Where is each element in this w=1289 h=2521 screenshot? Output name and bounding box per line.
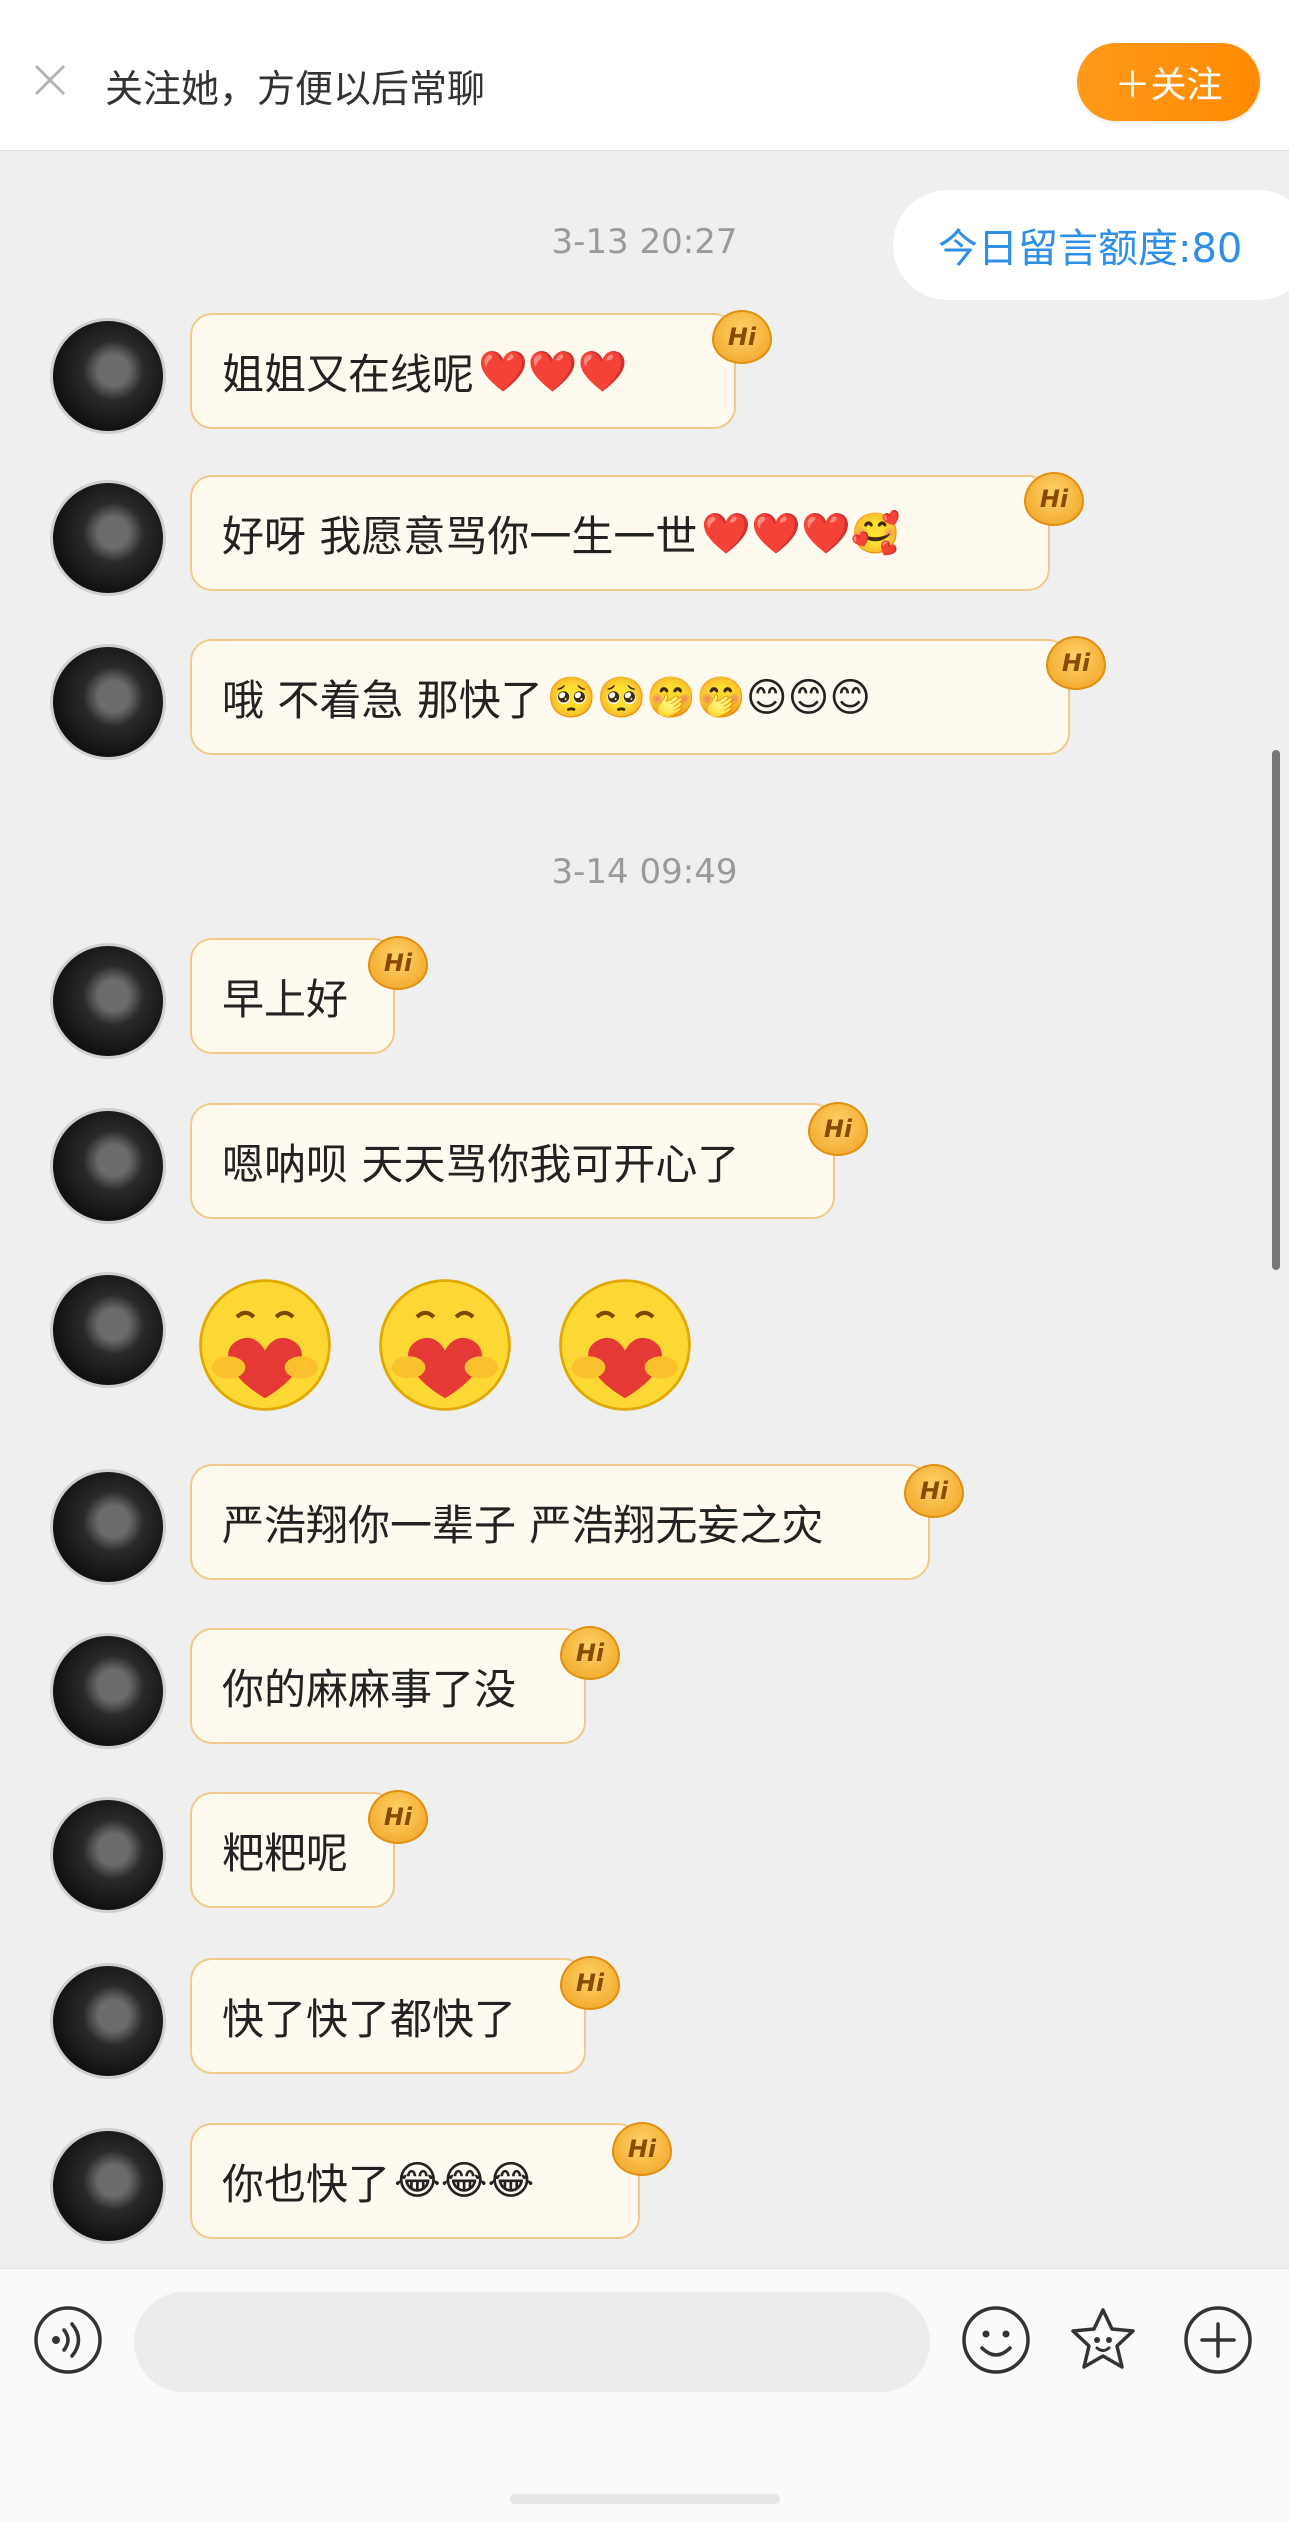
message-bubble[interactable]: 你的麻麻事了没 xyxy=(190,1628,586,1744)
message-bubble[interactable]: 哦 不着急 那快了 🥺🥺🤭🤭😊😊😊 xyxy=(190,639,1070,755)
hi-badge-icon: Hi xyxy=(368,1790,428,1844)
message-bubble[interactable]: 快了快了都快了 xyxy=(190,1958,586,2074)
hi-badge-icon: Hi xyxy=(368,936,428,990)
message-emoji: 🥺🥺🤭🤭😊😊😊 xyxy=(546,674,872,721)
avatar[interactable] xyxy=(50,644,166,760)
hi-badge-icon: Hi xyxy=(808,1102,868,1156)
voice-icon[interactable] xyxy=(32,2304,104,2376)
message-text: 好呀 我愿意骂你一生一世 xyxy=(222,511,698,561)
avatar[interactable] xyxy=(50,943,166,1059)
avatar[interactable] xyxy=(50,1633,166,1749)
message-bubble[interactable]: 早上好 xyxy=(190,938,395,1054)
message-text: 快了快了都快了 xyxy=(222,1994,517,2044)
timestamp: 3-14 09:49 xyxy=(551,852,738,892)
avatar[interactable] xyxy=(50,318,166,434)
follow-prompt-text: 关注她，方便以后常聊 xyxy=(105,67,486,111)
smiley-icon[interactable] xyxy=(960,2304,1032,2376)
message-bubble[interactable]: 严浩翔你一辈子 严浩翔无妄之灾 xyxy=(190,1464,930,1580)
timestamp: 3-13 20:27 xyxy=(551,222,738,262)
hi-badge-icon: Hi xyxy=(904,1464,964,1518)
message-text: 哦 不着急 那快了 xyxy=(222,675,543,725)
message-text: 早上好 xyxy=(222,974,349,1024)
avatar[interactable] xyxy=(50,1108,166,1224)
message-emoji: ❤️❤️❤️🥰 xyxy=(701,510,901,557)
avatar[interactable] xyxy=(50,1469,166,1585)
hi-badge-icon: Hi xyxy=(1024,472,1084,526)
star-face-icon[interactable] xyxy=(1067,2304,1139,2376)
message-bubble[interactable]: 嗯呐呗 天天骂你我可开心了 xyxy=(190,1103,835,1219)
hugging-heart-emoji-icon xyxy=(379,1279,511,1411)
message-text: 粑粑呢 xyxy=(222,1828,349,1878)
scrollbar[interactable] xyxy=(1272,750,1280,1270)
hi-badge-icon: Hi xyxy=(612,2122,672,2176)
home-indicator xyxy=(510,2494,780,2504)
hi-badge-icon: Hi xyxy=(560,1956,620,2010)
hi-badge-icon: Hi xyxy=(1046,636,1106,690)
avatar[interactable] xyxy=(50,1963,166,2079)
follow-button[interactable]: ＋关注 xyxy=(1077,43,1260,121)
hugging-heart-emoji-icon xyxy=(559,1279,691,1411)
message-bubble[interactable]: 粑粑呢 xyxy=(190,1792,395,1908)
avatar[interactable] xyxy=(50,1797,166,1913)
message-text: 你也快了 xyxy=(222,2159,391,2209)
hi-badge-icon: Hi xyxy=(560,1626,620,1680)
big-emoji-message[interactable] xyxy=(195,1275,695,1415)
message-emoji: ❤️❤️❤️ xyxy=(478,348,628,395)
hi-badge-icon: Hi xyxy=(712,310,772,364)
message-text: 姐姐又在线呢 xyxy=(222,349,475,399)
message-text: 嗯呐呗 天天骂你我可开心了 xyxy=(222,1139,740,1189)
message-input[interactable] xyxy=(134,2292,930,2392)
plus-icon[interactable] xyxy=(1182,2304,1254,2376)
message-text: 你的麻麻事了没 xyxy=(222,1664,517,1714)
avatar[interactable] xyxy=(50,2128,166,2244)
avatar[interactable] xyxy=(50,1272,166,1388)
avatar[interactable] xyxy=(50,480,166,596)
message-bubble[interactable]: 好呀 我愿意骂你一生一世 ❤️❤️❤️🥰 xyxy=(190,475,1050,591)
close-icon[interactable] xyxy=(32,62,68,98)
message-text: 严浩翔你一辈子 严浩翔无妄之灾 xyxy=(222,1500,824,1550)
message-bubble[interactable]: 你也快了 😂😂😂 xyxy=(190,2123,640,2239)
message-bubble[interactable]: 姐姐又在线呢 ❤️❤️❤️ xyxy=(190,313,736,429)
follow-banner: 关注她，方便以后常聊 ＋关注 xyxy=(0,0,1289,151)
hugging-heart-emoji-icon xyxy=(199,1279,331,1411)
message-emoji: 😂😂😂 xyxy=(394,2158,535,2204)
